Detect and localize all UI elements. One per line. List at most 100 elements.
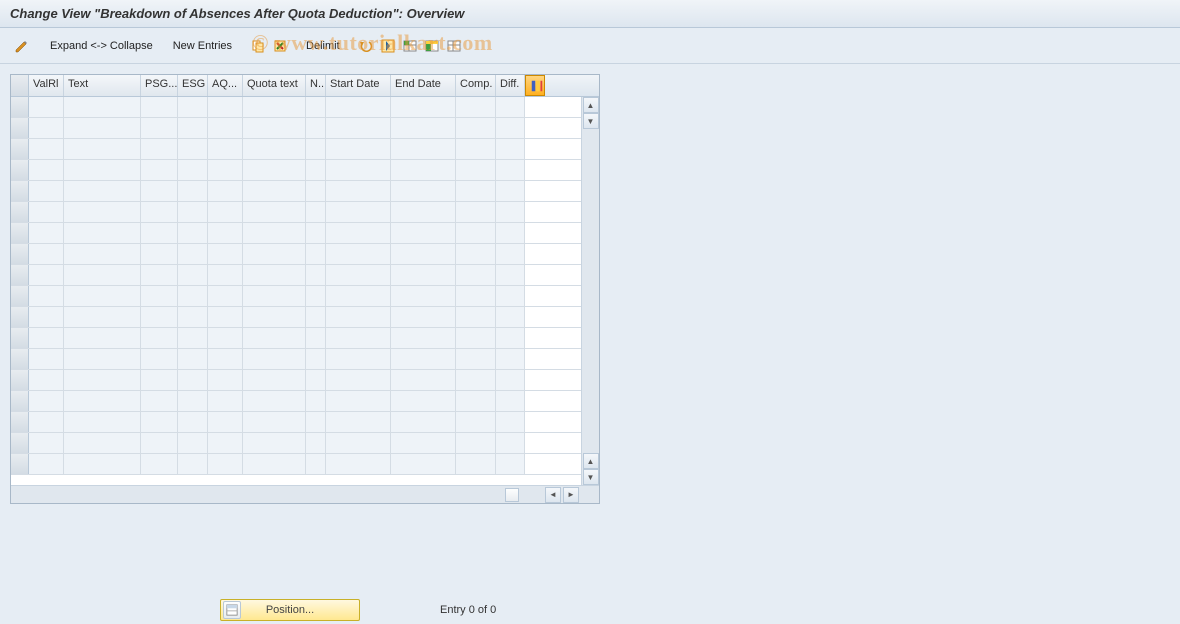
cell-end[interactable] — [391, 118, 456, 138]
copy-button[interactable] — [248, 36, 268, 56]
cell-psg[interactable] — [141, 391, 178, 411]
cell-quota[interactable] — [243, 202, 306, 222]
cell-aq[interactable] — [208, 139, 243, 159]
table-config-button[interactable] — [525, 75, 545, 96]
cell-n[interactable] — [306, 181, 326, 201]
cell-quota[interactable] — [243, 118, 306, 138]
cell-quota[interactable] — [243, 370, 306, 390]
cell-valrl[interactable] — [29, 160, 64, 180]
cell-quota[interactable] — [243, 412, 306, 432]
cell-start[interactable] — [326, 202, 391, 222]
cell-n[interactable] — [306, 391, 326, 411]
col-header-start-date[interactable]: Start Date — [326, 75, 391, 96]
table-row[interactable] — [11, 244, 581, 265]
cell-end[interactable] — [391, 244, 456, 264]
row-selector-cell[interactable] — [11, 265, 29, 285]
row-selector-cell[interactable] — [11, 160, 29, 180]
cell-start[interactable] — [326, 181, 391, 201]
select-all-button[interactable] — [378, 36, 398, 56]
cell-valrl[interactable] — [29, 118, 64, 138]
cell-end[interactable] — [391, 454, 456, 474]
col-header-diff[interactable]: Diff. — [496, 75, 525, 96]
cell-quota[interactable] — [243, 265, 306, 285]
row-selector-cell[interactable] — [11, 202, 29, 222]
cell-diff[interactable] — [496, 454, 525, 474]
cell-n[interactable] — [306, 97, 326, 117]
row-selector-cell[interactable] — [11, 412, 29, 432]
cell-quota[interactable] — [243, 139, 306, 159]
cell-psg[interactable] — [141, 433, 178, 453]
cell-quota[interactable] — [243, 97, 306, 117]
table-row[interactable] — [11, 391, 581, 412]
cell-aq[interactable] — [208, 307, 243, 327]
cell-text[interactable] — [64, 412, 141, 432]
cell-comp[interactable] — [456, 307, 496, 327]
scroll-left-arrow[interactable]: ◄ — [545, 487, 561, 503]
cell-psg[interactable] — [141, 244, 178, 264]
row-selector-cell[interactable] — [11, 118, 29, 138]
cell-n[interactable] — [306, 244, 326, 264]
table-row[interactable] — [11, 181, 581, 202]
cell-esg[interactable] — [178, 202, 208, 222]
cell-start[interactable] — [326, 412, 391, 432]
cell-quota[interactable] — [243, 244, 306, 264]
cell-aq[interactable] — [208, 118, 243, 138]
cell-text[interactable] — [64, 265, 141, 285]
cell-valrl[interactable] — [29, 265, 64, 285]
cell-n[interactable] — [306, 118, 326, 138]
cell-aq[interactable] — [208, 181, 243, 201]
cell-esg[interactable] — [178, 286, 208, 306]
cell-esg[interactable] — [178, 139, 208, 159]
col-header-psg[interactable]: PSG... — [141, 75, 178, 96]
cell-psg[interactable] — [141, 349, 178, 369]
cell-n[interactable] — [306, 328, 326, 348]
col-header-quota-text[interactable]: Quota text — [243, 75, 306, 96]
cell-psg[interactable] — [141, 286, 178, 306]
select-block-button[interactable] — [422, 36, 442, 56]
table-row[interactable] — [11, 97, 581, 118]
cell-esg[interactable] — [178, 433, 208, 453]
cell-n[interactable] — [306, 370, 326, 390]
cell-psg[interactable] — [141, 139, 178, 159]
cell-text[interactable] — [64, 181, 141, 201]
hscroll-thumb[interactable] — [505, 488, 519, 502]
cell-aq[interactable] — [208, 454, 243, 474]
col-header-esg[interactable]: ESG — [178, 75, 208, 96]
cell-quota[interactable] — [243, 328, 306, 348]
cell-diff[interactable] — [496, 328, 525, 348]
row-selector-cell[interactable] — [11, 223, 29, 243]
cell-comp[interactable] — [456, 244, 496, 264]
scroll-up-arrow-bottom[interactable]: ▲ — [583, 453, 599, 469]
position-button[interactable]: Position... — [220, 599, 360, 621]
cell-end[interactable] — [391, 391, 456, 411]
cell-diff[interactable] — [496, 286, 525, 306]
table-row[interactable] — [11, 328, 581, 349]
table-row[interactable] — [11, 202, 581, 223]
scroll-down-arrow-bottom[interactable]: ▼ — [583, 469, 599, 485]
cell-n[interactable] — [306, 433, 326, 453]
cell-psg[interactable] — [141, 223, 178, 243]
cell-end[interactable] — [391, 307, 456, 327]
row-selector-cell[interactable] — [11, 328, 29, 348]
cell-start[interactable] — [326, 265, 391, 285]
col-header-end-date[interactable]: End Date — [391, 75, 456, 96]
cell-text[interactable] — [64, 223, 141, 243]
table-settings-button[interactable] — [400, 36, 420, 56]
cell-aq[interactable] — [208, 370, 243, 390]
cell-text[interactable] — [64, 97, 141, 117]
cell-esg[interactable] — [178, 412, 208, 432]
cell-end[interactable] — [391, 97, 456, 117]
cell-valrl[interactable] — [29, 181, 64, 201]
cell-comp[interactable] — [456, 97, 496, 117]
cell-n[interactable] — [306, 349, 326, 369]
cell-quota[interactable] — [243, 160, 306, 180]
cell-start[interactable] — [326, 307, 391, 327]
cell-psg[interactable] — [141, 118, 178, 138]
cell-text[interactable] — [64, 370, 141, 390]
table-row[interactable] — [11, 349, 581, 370]
cell-start[interactable] — [326, 244, 391, 264]
cell-comp[interactable] — [456, 160, 496, 180]
cell-diff[interactable] — [496, 265, 525, 285]
col-header-valrl[interactable]: ValRl — [29, 75, 64, 96]
row-selector-cell[interactable] — [11, 433, 29, 453]
